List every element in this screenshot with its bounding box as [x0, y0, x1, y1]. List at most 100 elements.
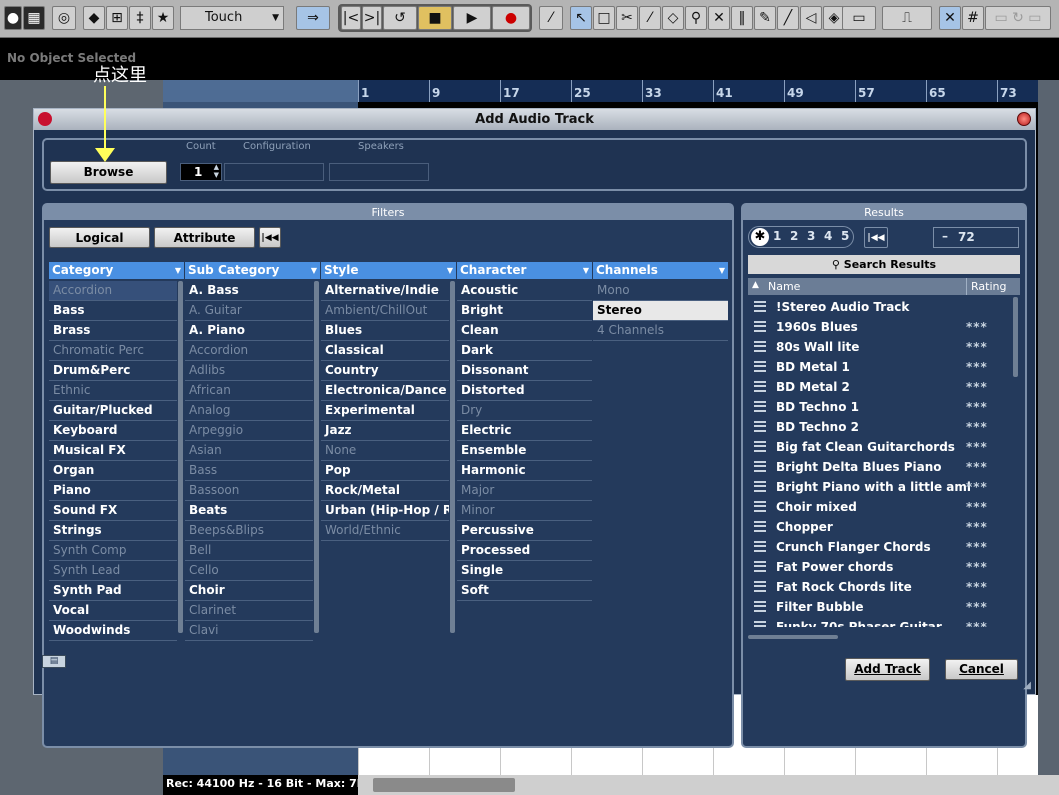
mute-icon[interactable]: ✕ [708, 6, 730, 30]
character-item[interactable]: Electric [457, 421, 592, 441]
cycle-icon[interactable]: ↺ [383, 6, 417, 30]
style-item[interactable]: Experimental [321, 401, 449, 421]
category-item[interactable]: Brass [49, 321, 177, 341]
reset-filter-icon[interactable]: |◀◀ [259, 227, 281, 248]
subcategory-item[interactable]: Beats [185, 501, 313, 521]
result-row[interactable]: Filter Bubble *** [748, 597, 1012, 617]
close-icon[interactable] [1017, 112, 1031, 126]
category-item[interactable]: Piano [49, 481, 177, 501]
quantize-icon[interactable]: ▭ ↻ ▭ [985, 6, 1051, 30]
character-item[interactable]: Acoustic [457, 281, 592, 301]
subcategory-item[interactable]: Asian [185, 441, 313, 461]
subcategory-item[interactable]: Clavi [185, 621, 313, 641]
category-item[interactable]: Drum&Perc [49, 361, 177, 381]
subcategory-item[interactable]: Bassoon [185, 481, 313, 501]
result-row[interactable]: Bright Piano with a little ambience*** [748, 477, 1012, 497]
split-icon[interactable]: ✂ [616, 6, 638, 30]
category-item[interactable]: Synth Comp [49, 541, 177, 561]
resize-grip-icon[interactable]: ◢ [1023, 680, 1031, 691]
snap-icon[interactable]: ◆ [83, 6, 105, 30]
speaker-icon[interactable]: ◁ [800, 6, 822, 30]
style-item[interactable]: Urban (Hip-Hop / R&B) [321, 501, 449, 521]
character-item[interactable]: Percussive [457, 521, 592, 541]
character-item[interactable]: Distorted [457, 381, 592, 401]
expand-icon[interactable]: ▤ [42, 655, 66, 668]
result-row[interactable]: !Stereo Audio Track [748, 297, 1012, 317]
rating-5[interactable]: 5 [841, 229, 849, 243]
stop-icon[interactable]: ■ [418, 6, 452, 30]
category-item[interactable]: Organ [49, 461, 177, 481]
category-item[interactable]: Vocal [49, 601, 177, 621]
subcategory-item[interactable]: Adlibs [185, 361, 313, 381]
subcategory-item[interactable]: Beeps&Blips [185, 521, 313, 541]
speakers-field[interactable] [329, 163, 429, 181]
result-row[interactable]: Fat Rock Chords lite *** [748, 577, 1012, 597]
channels-item[interactable]: Stereo [593, 301, 728, 321]
character-item[interactable]: Soft [457, 581, 592, 601]
logical-button[interactable]: Logical [49, 227, 150, 248]
subcategory-item[interactable]: Clarinet [185, 601, 313, 621]
result-row[interactable]: Big fat Clean Guitarchords *** [748, 437, 1012, 457]
subcategory-item[interactable]: Cello [185, 561, 313, 581]
star-icon[interactable]: ★ [152, 6, 174, 30]
subcategory-scrollbar[interactable] [314, 281, 319, 633]
category-scrollbar[interactable] [178, 281, 183, 633]
result-row[interactable]: Chopper *** [748, 517, 1012, 537]
eq-icon[interactable]: ‡ [129, 6, 151, 30]
count-stepper-icon[interactable]: ▲ ▼ [214, 163, 219, 179]
style-item[interactable]: Country [321, 361, 449, 381]
style-item[interactable]: Ambient/ChillOut [321, 301, 449, 321]
auto-scroll-icon[interactable]: ⇒ [296, 6, 330, 30]
category-item[interactable]: Guitar/Plucked [49, 401, 177, 421]
line-icon[interactable]: ╱ [777, 6, 799, 30]
category-item[interactable]: Synth Pad [49, 581, 177, 601]
category-item[interactable]: Ethnic [49, 381, 177, 401]
subcategory-item[interactable]: Bell [185, 541, 313, 561]
style-item[interactable]: Blues [321, 321, 449, 341]
go-to-start-icon[interactable]: |< [341, 6, 361, 30]
horizontal-scrollbar-thumb[interactable] [373, 778, 515, 792]
subcategory-item[interactable]: Choir [185, 581, 313, 601]
pointer-icon[interactable]: ↖ [570, 6, 592, 30]
category-item[interactable]: Synth Lead [49, 561, 177, 581]
style-item[interactable]: Classical [321, 341, 449, 361]
grid-icon[interactable]: # [962, 6, 984, 30]
category-item[interactable]: Chromatic Perc [49, 341, 177, 361]
go-to-end-icon[interactable]: >| [362, 6, 382, 30]
style-item[interactable]: Rock/Metal [321, 481, 449, 501]
result-row[interactable]: 1960s Blues *** [748, 317, 1012, 337]
result-row[interactable]: Funky 70s Phaser Guitar *** [748, 617, 1012, 627]
subcategory-item[interactable]: Accordion [185, 341, 313, 361]
style-item[interactable]: None [321, 441, 449, 461]
rating-3[interactable]: 3 [807, 229, 815, 243]
character-item[interactable]: Processed [457, 541, 592, 561]
range-icon[interactable]: □ [593, 6, 615, 30]
category-item[interactable]: Sound FX [49, 501, 177, 521]
vertical-scrollbar[interactable] [1038, 80, 1059, 795]
metronome-icon[interactable]: ⁄ [539, 6, 563, 30]
subcategory-item[interactable]: A. Guitar [185, 301, 313, 321]
category-item[interactable]: Woodwinds [49, 621, 177, 641]
category-item[interactable]: Bass [49, 301, 177, 321]
configuration-field[interactable] [224, 163, 324, 181]
time-warp-icon[interactable]: ‖ [731, 6, 753, 30]
name-column-header[interactable]: Name [768, 280, 800, 293]
automation-mode-select[interactable]: Touch ▼ [180, 6, 284, 30]
result-row[interactable]: BD Techno 1 *** [748, 397, 1012, 417]
cancel-button[interactable]: Cancel [945, 659, 1018, 680]
category-item[interactable]: Strings [49, 521, 177, 541]
subcategory-column-header[interactable]: Sub Category ▼ [185, 262, 320, 279]
channels-item[interactable]: Mono [593, 281, 728, 301]
rating-2[interactable]: 2 [790, 229, 798, 243]
subcategory-item[interactable]: Arpeggio [185, 421, 313, 441]
subcategory-item[interactable]: A. Bass [185, 281, 313, 301]
style-item[interactable]: World/Ethnic [321, 521, 449, 541]
settings-icon[interactable]: ◎ [52, 6, 76, 30]
result-row[interactable]: Fat Power chords *** [748, 557, 1012, 577]
erase-icon[interactable]: ◇ [662, 6, 684, 30]
glue-icon[interactable]: ⁄ [639, 6, 661, 30]
rating-column-header[interactable]: Rating [966, 278, 1006, 295]
subcategory-item[interactable]: A. Piano [185, 321, 313, 341]
character-item[interactable]: Dark [457, 341, 592, 361]
result-row[interactable]: BD Metal 1 *** [748, 357, 1012, 377]
